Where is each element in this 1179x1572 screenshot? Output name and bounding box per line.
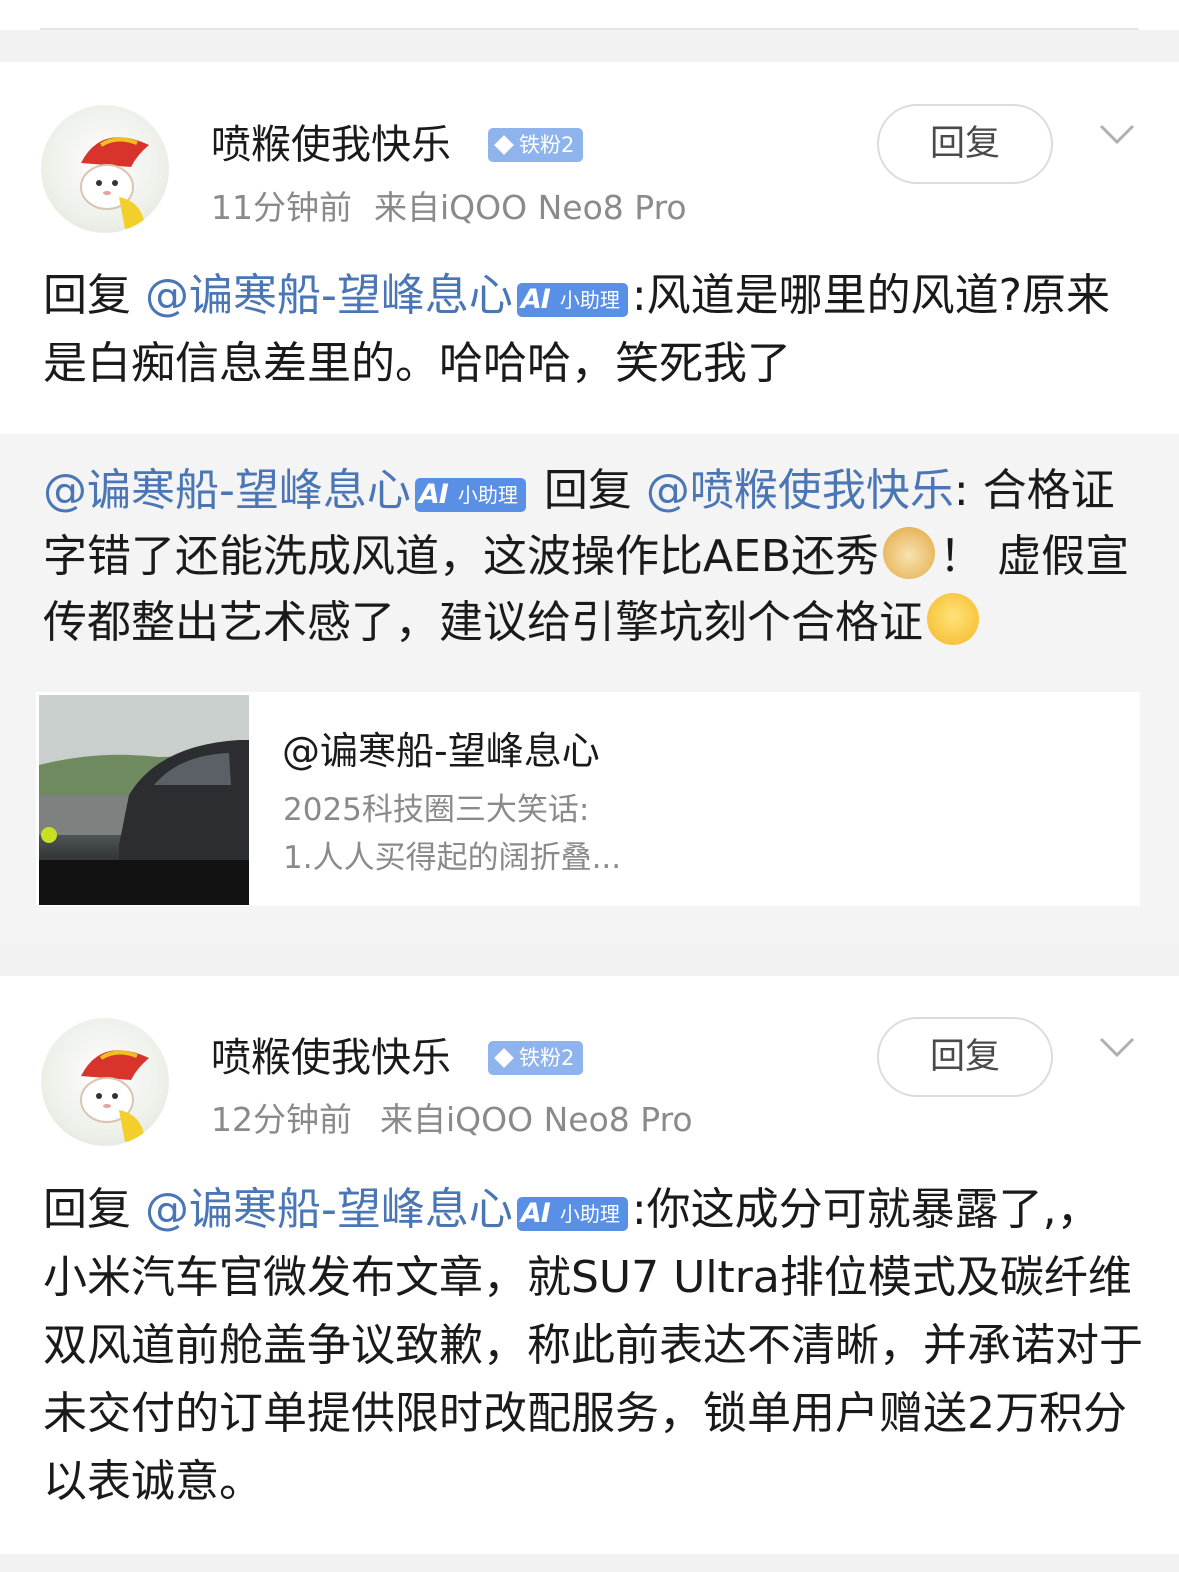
hamster-avatar-icon bbox=[80, 137, 149, 229]
doge-emoji-icon bbox=[883, 527, 936, 579]
previous-item-bottom bbox=[0, 0, 1179, 30]
fan-badge[interactable]: 铁粉2 bbox=[488, 1041, 584, 1075]
reply-to-link[interactable]: @喷糇使我快乐 bbox=[646, 465, 954, 516]
shush-emoji-icon bbox=[927, 593, 979, 645]
reply-button[interactable]: 回复 bbox=[877, 104, 1053, 184]
chevron-down-icon[interactable] bbox=[1099, 116, 1135, 152]
mention-link[interactable]: @谝寒船-望峰息心 bbox=[145, 1184, 513, 1235]
comment-text: 回复 @谝寒船-望峰息心 AI 小助理:你这成分可就暴露了,，小米汽车官微发布文章，… bbox=[43, 1176, 1143, 1516]
avatar[interactable] bbox=[41, 105, 169, 233]
reply-prefix: 回复 bbox=[43, 1184, 131, 1235]
chevron-down-icon[interactable] bbox=[1099, 1029, 1135, 1065]
fan-badge-label: 铁粉2 bbox=[519, 133, 575, 157]
quoted-author-link[interactable]: @谝寒船-望峰息心 bbox=[43, 465, 411, 516]
post-time: 11分钟前 bbox=[211, 188, 352, 227]
username[interactable]: 喷糇使我快乐 bbox=[211, 121, 451, 169]
reply-prefix: 回复 bbox=[43, 270, 131, 321]
fan-badge-label: 铁粉2 bbox=[519, 1046, 575, 1070]
post-time: 12分钟前 bbox=[211, 1100, 352, 1139]
assistant-badge: AI 小助理 bbox=[516, 283, 628, 317]
card-title: @谝寒船-望峰息心 bbox=[282, 729, 600, 773]
ai-icon: AI bbox=[418, 479, 449, 510]
card-desc-line2: 1.人人买得起的阔折叠... bbox=[283, 840, 622, 876]
diamond-icon bbox=[494, 135, 514, 155]
username[interactable]: 喷糇使我快乐 bbox=[211, 1034, 451, 1082]
diamond-icon bbox=[494, 1048, 514, 1068]
fan-badge[interactable]: 铁粉2 bbox=[488, 128, 584, 162]
assistant-badge: AI 小助理 bbox=[516, 1197, 628, 1231]
ai-icon: AI bbox=[520, 284, 551, 315]
post-source: 来自iQOO Neo8 Pro bbox=[380, 1100, 693, 1139]
avatar[interactable] bbox=[41, 1018, 169, 1146]
reply-word: 回复 bbox=[543, 465, 632, 516]
card-thumbnail bbox=[39, 695, 249, 905]
top-divider bbox=[40, 28, 1139, 30]
card-desc-line1: 2025科技圈三大笑话: bbox=[283, 792, 590, 828]
assistant-badge: AI 小助理 bbox=[414, 478, 526, 512]
reply-button[interactable]: 回复 bbox=[877, 1017, 1053, 1097]
comment-text: 回复 @谝寒船-望峰息心 AI 小助理:风道是哪里的风道?原来是白痴信息差里的。哈哈… bbox=[43, 262, 1143, 398]
quoted-text: @谝寒船-望峰息心 AI 小助理 回复 @喷糇使我快乐: 合格证字错了还能洗成风道，… bbox=[43, 458, 1138, 656]
hamster-avatar-icon bbox=[80, 1050, 149, 1142]
post-source: 来自iQOO Neo8 Pro bbox=[374, 188, 687, 227]
car-photo-icon bbox=[39, 695, 249, 905]
mention-link[interactable]: @谝寒船-望峰息心 bbox=[145, 270, 513, 321]
ai-icon: AI bbox=[520, 1198, 551, 1229]
